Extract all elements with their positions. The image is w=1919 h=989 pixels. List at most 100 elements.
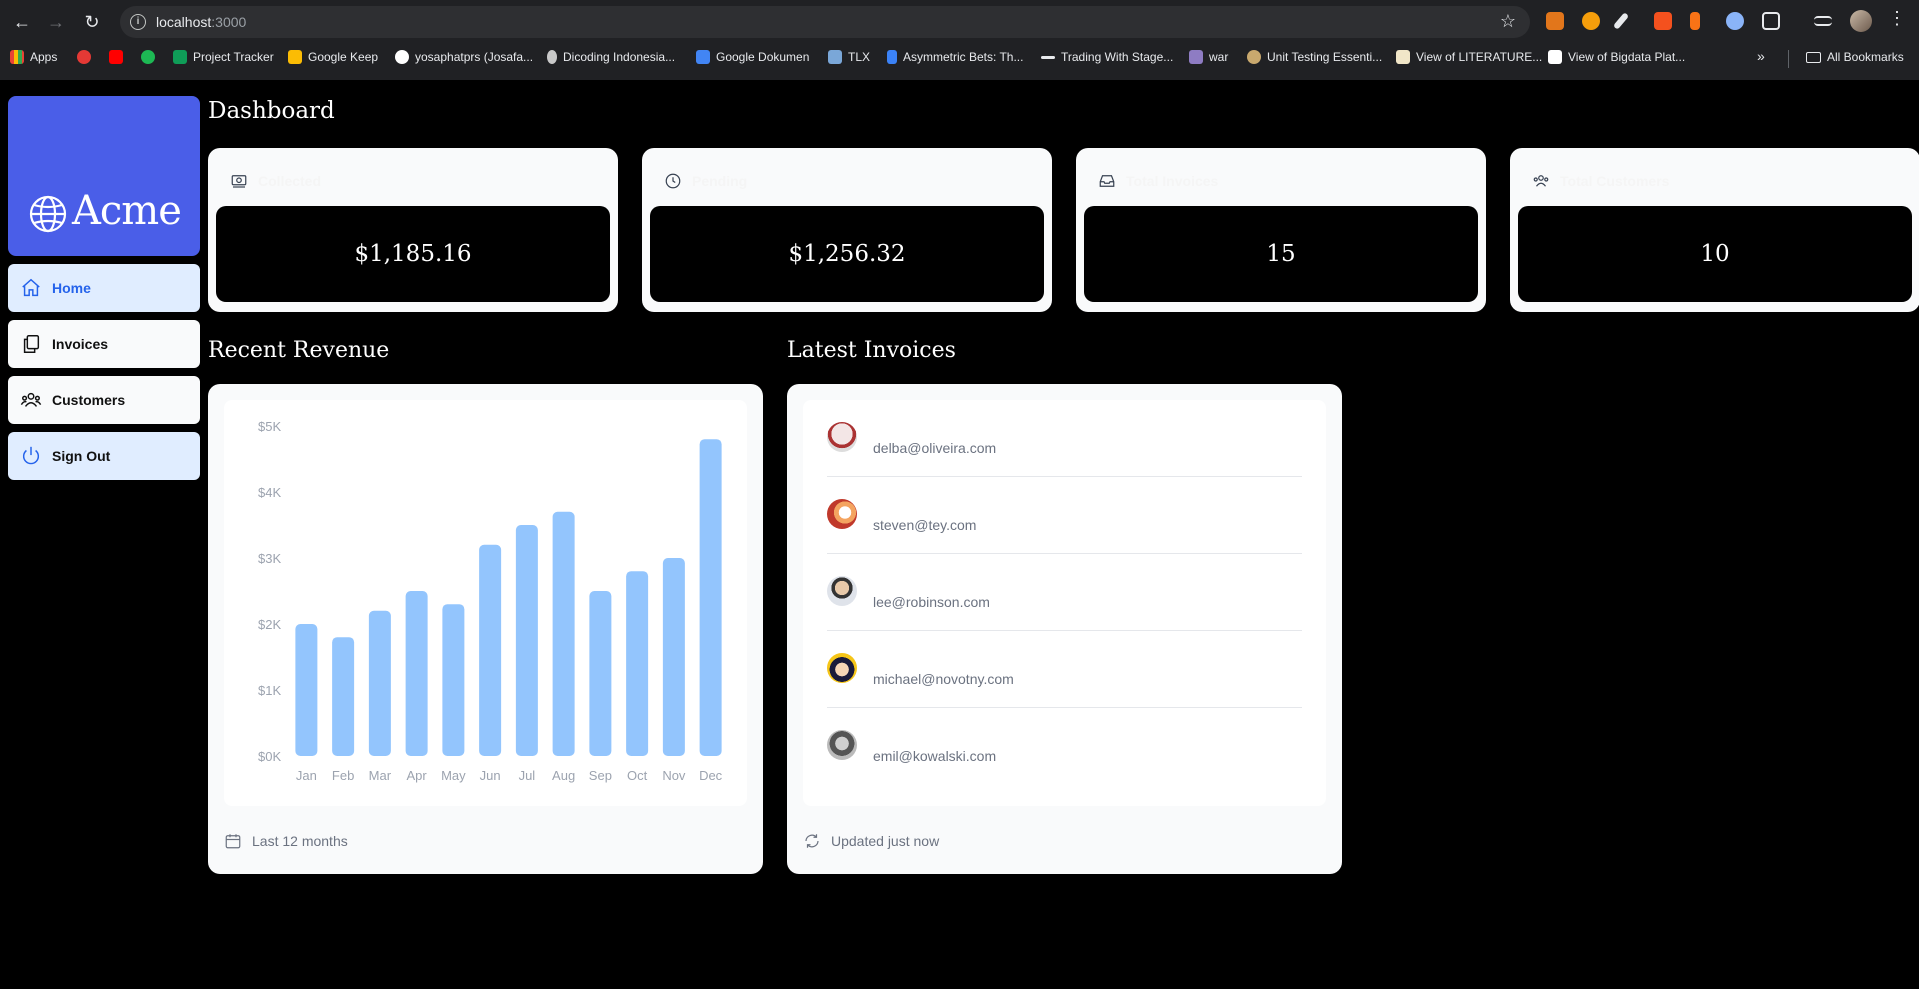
invoice-email: delba@oliveira.com [873, 440, 997, 456]
document-duplicate-icon [23, 335, 40, 353]
avatar [827, 730, 857, 760]
x-tick-label: Jun [480, 768, 501, 783]
revenue-chart-container: $0K $1K $2K $3K $4K $5K Jan Feb Mar Apr May Jun Jul A… [224, 400, 747, 806]
revenue-bar[interactable] [699, 439, 722, 756]
avatar [827, 499, 857, 529]
bookmark-star-icon[interactable]: ☆ [1500, 11, 1516, 32]
card-total-customers: Total Customers 10 [1510, 148, 1919, 312]
sidebar-item-invoices[interactable]: Invoices [8, 320, 200, 368]
bookmark-item[interactable] [77, 50, 91, 64]
back-icon[interactable]: ← [10, 10, 34, 34]
extension-circle-icon[interactable] [1726, 12, 1744, 30]
card-value: $1,256.32 [650, 206, 1044, 302]
card-total-invoices: Total Invoices 15 [1076, 148, 1486, 312]
inbox-icon [1099, 175, 1115, 187]
revenue-bar[interactable] [368, 610, 391, 756]
menu-icon[interactable]: ⋮ [1888, 8, 1906, 29]
invoice-email: steven@tey.com [873, 517, 977, 533]
reading-list-icon[interactable] [1814, 16, 1832, 26]
sidebar-item-label: Home [52, 280, 91, 296]
bookmark-label: Google Keep [308, 50, 379, 64]
docs-icon [696, 50, 710, 64]
revenue-title: Recent Revenue [208, 338, 390, 363]
extension-a-icon[interactable] [1654, 12, 1672, 30]
dicoding-icon [547, 50, 557, 64]
bookmark-item[interactable]: Google Dokumen [696, 50, 809, 64]
bookmark-item[interactable]: yosaphatprs (Josafa... [395, 50, 533, 64]
invoice-row[interactable]: lee@robinson.com [827, 554, 1302, 631]
x-tick-label: Jul [519, 768, 536, 783]
revenue-panel: $0K $1K $2K $3K $4K $5K Jan Feb Mar Apr May Jun Jul A… [208, 384, 763, 874]
revenue-chart: $0K $1K $2K $3K $4K $5K Jan Feb Mar Apr May Jun Jul A… [258, 419, 723, 783]
more-bookmarks-icon[interactable]: » [1757, 48, 1765, 64]
bookmark-label: Unit Testing Essenti... [1267, 50, 1383, 64]
invoice-row[interactable]: steven@tey.com [827, 477, 1302, 554]
site-info-icon[interactable]: i [130, 14, 146, 30]
apps-grid-icon [10, 50, 24, 64]
bookmark-item[interactable]: Google Keep [288, 50, 378, 64]
card-pending: Pending $1,256.32 [642, 148, 1052, 312]
bookmark-apps[interactable]: Apps [10, 50, 57, 64]
sidebar-item-customers[interactable]: Customers [8, 376, 200, 424]
bookmark-item[interactable]: Unit Testing Essenti... [1247, 50, 1382, 64]
invoice-row[interactable]: delba@oliveira.com [827, 400, 1302, 477]
revenue-bar[interactable] [405, 591, 428, 756]
invoices-title: Latest Invoices [787, 338, 956, 363]
folder-icon [1806, 51, 1821, 63]
revenue-bar[interactable] [332, 637, 355, 756]
sidebar-item-label: Invoices [52, 336, 109, 352]
all-bookmarks-button[interactable]: All Bookmarks [1806, 50, 1904, 64]
revenue-bar[interactable] [589, 591, 612, 756]
forward-icon[interactable]: → [44, 10, 68, 34]
bookmark-item[interactable]: View of Bigdata Plat... [1548, 50, 1685, 64]
extensions-puzzle-icon[interactable] [1762, 12, 1780, 30]
invoice-row[interactable]: michael@novotny.com [827, 631, 1302, 708]
revenue-bar[interactable] [515, 525, 538, 756]
avatar [827, 422, 857, 452]
bookmark-item[interactable]: TLX [828, 50, 870, 64]
browser-chrome: ← → ↻ i localhost:3000 ☆ ⋮ Apps Project … [0, 0, 1919, 80]
bookmark-item[interactable]: View of LITERATURE... [1396, 50, 1542, 64]
bookmark-youtube[interactable] [109, 50, 123, 64]
acme-logo[interactable]: Acme [8, 96, 200, 256]
page-title: Dashboard [208, 98, 335, 124]
bookmark-favicon-icon [1396, 50, 1410, 64]
url-text[interactable]: localhost:3000 [156, 14, 246, 30]
invoice-row[interactable]: emil@kowalski.com [827, 708, 1302, 785]
bookmark-item[interactable]: Asymmetric Bets: Th... [887, 50, 1023, 64]
sign-out-button[interactable]: Sign Out [8, 432, 200, 480]
bookmark-item[interactable]: Project Tracker [173, 50, 274, 64]
bookmark-favicon-icon [1548, 50, 1562, 64]
extension-s-icon[interactable] [1690, 12, 1700, 30]
card-header: Collected [216, 156, 610, 206]
reload-icon[interactable]: ↻ [80, 10, 104, 34]
profile-avatar[interactable] [1850, 10, 1872, 32]
metamask-icon[interactable] [1546, 12, 1564, 30]
refresh-icon [805, 834, 819, 848]
address-bar[interactable]: i localhost:3000 ☆ [120, 6, 1530, 38]
x-tick-label: Mar [369, 768, 392, 783]
bookmark-favicon-icon [1189, 50, 1203, 64]
youtube-icon [109, 50, 123, 64]
revenue-bar[interactable] [479, 544, 502, 756]
revenue-footer-text: Last 12 months [252, 833, 348, 849]
bookmark-item[interactable]: Dicoding Indonesia... [547, 50, 675, 64]
sidebar-item-label: Customers [52, 392, 126, 408]
revenue-bar[interactable] [626, 571, 649, 756]
bookmark-favicon-icon [1247, 50, 1261, 64]
bookmark-item[interactable]: Trading With Stage... [1041, 50, 1173, 64]
x-tick-label: May [441, 768, 466, 783]
revenue-bar[interactable] [662, 558, 685, 756]
revenue-bar[interactable] [442, 604, 465, 756]
bookmarks-divider [1788, 50, 1789, 68]
bookmark-spotify[interactable] [141, 50, 155, 64]
avatar [827, 653, 857, 683]
revenue-bar[interactable] [295, 624, 318, 756]
app-root: Acme Home Invoices Customers Sign Out Da… [0, 80, 1919, 989]
extension-sun-icon[interactable] [1582, 12, 1600, 30]
bookmark-item[interactable]: war [1189, 50, 1228, 64]
sidebar-item-home[interactable]: Home [8, 264, 200, 312]
color-picker-icon[interactable] [1612, 12, 1630, 30]
revenue-bar[interactable] [552, 511, 575, 756]
x-tick-label: Oct [627, 768, 648, 783]
